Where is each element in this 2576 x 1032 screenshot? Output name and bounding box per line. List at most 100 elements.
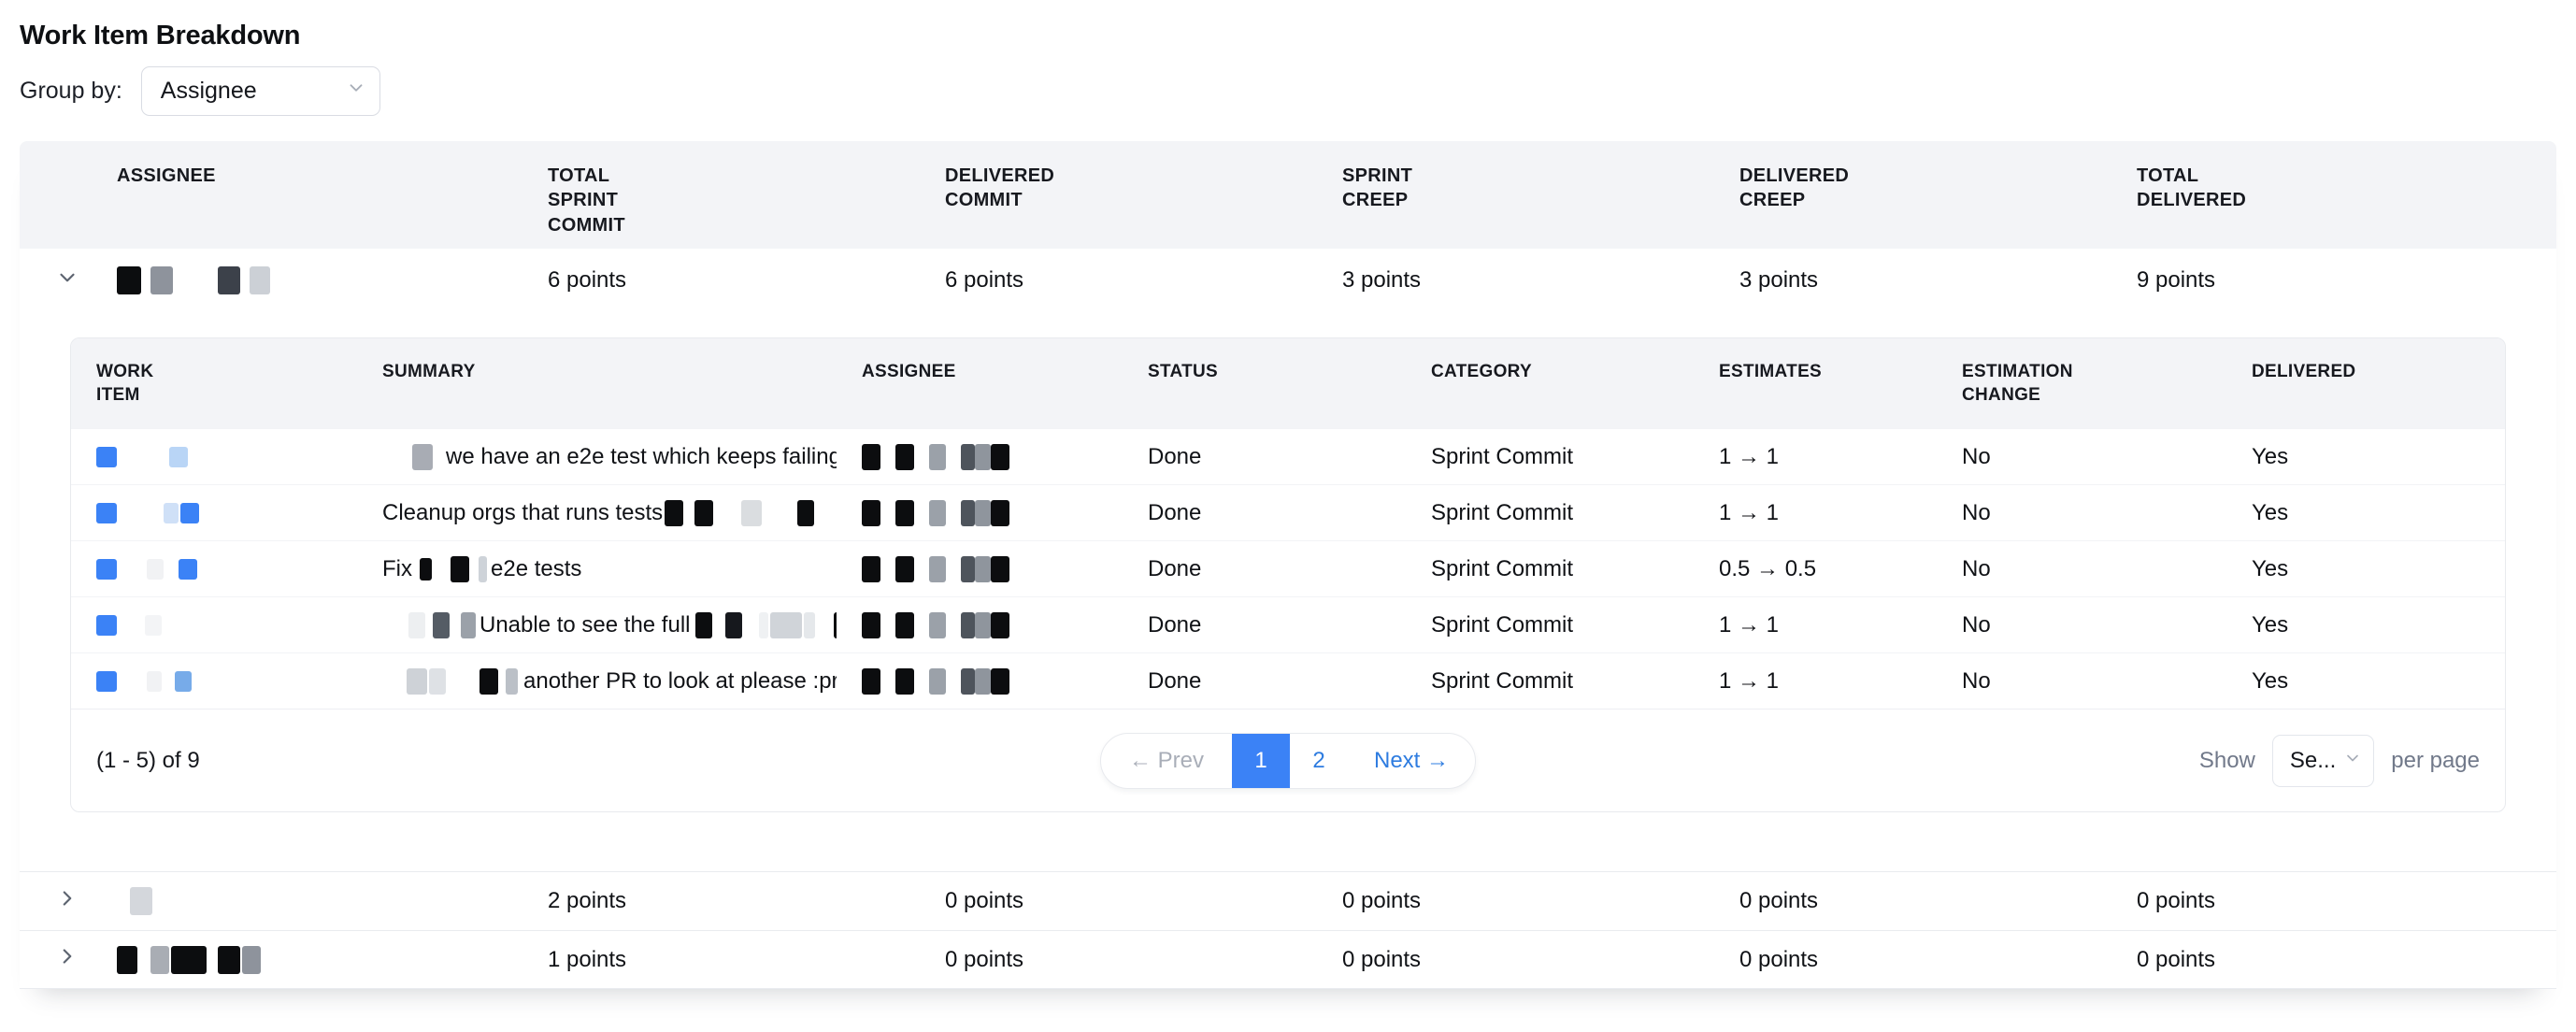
work-item-redaction-block [179, 559, 197, 580]
expand-toggle[interactable] [20, 944, 98, 975]
assignee-redaction-block [895, 668, 914, 695]
summary-redaction-block [804, 612, 815, 638]
assignee-redaction-block [862, 500, 880, 526]
column-header-label: Assignee [862, 361, 956, 384]
expand-toggle[interactable] [20, 886, 98, 917]
assignee-redaction-block [862, 668, 880, 695]
delivered-cell-value: Yes [2252, 500, 2288, 526]
expand-toggle[interactable] [20, 265, 98, 296]
status-cell-value: Done [1148, 444, 1201, 470]
work-item-cell[interactable] [71, 447, 357, 467]
assignee-cell [837, 500, 1123, 526]
estimation-change-cell: No [1937, 556, 2226, 582]
chevron-right-icon[interactable] [55, 886, 79, 917]
sprint-creep-value: 0 points [1342, 888, 1421, 913]
work-item-cell[interactable] [71, 503, 357, 523]
delivered-commit-value: 0 points [945, 947, 1023, 972]
delivered-creep-value: 3 points [1739, 267, 1818, 293]
chevron-right-icon[interactable] [55, 944, 79, 975]
total-sprint-commit-cell: 6 points [548, 267, 945, 294]
assignee-redaction-block [975, 444, 991, 470]
group-row[interactable]: 6 points6 points3 points3 points9 points [20, 249, 2556, 312]
summary-redaction-block [408, 612, 425, 638]
chevron-down-icon[interactable] [55, 265, 79, 296]
delivered-cell: Yes [2226, 556, 2505, 582]
column-header-label: Summary [382, 361, 476, 384]
delivered-cell: Yes [2226, 500, 2505, 526]
column-header-label: Status [1148, 361, 1218, 384]
column-header-summary: Summary [357, 361, 837, 428]
delivered-cell-value: Yes [2252, 556, 2288, 582]
category-cell-value: Sprint Commit [1431, 500, 1573, 526]
delivered-creep-cell: 0 points [1739, 947, 2137, 973]
assignee-redaction-block [895, 556, 914, 582]
summary-cell: another PR to look at please :pr... [357, 668, 837, 695]
estimation-change-cell-value: No [1962, 556, 1991, 582]
total-delivered-cell: 0 points [2137, 947, 2556, 973]
assignee-redaction-block [117, 266, 141, 294]
summary-redaction-block [695, 612, 712, 638]
category-cell-value: Sprint Commit [1431, 556, 1573, 582]
estimation-change-cell-value: No [1962, 612, 1991, 638]
work-item-cell[interactable] [71, 559, 357, 580]
summary-text: we have an e2e test which keeps failing. [446, 444, 837, 470]
total-delivered-value: 0 points [2137, 947, 2215, 972]
estimates-cell: 1 → 1 [1694, 500, 1937, 526]
column-header-delivered-commit: Delivered Commit [945, 164, 1342, 249]
work-item-redaction-block [96, 559, 117, 580]
total-sprint-commit-value: 6 points [548, 267, 626, 293]
column-header-delivered: Delivered [2226, 361, 2505, 428]
sprint-creep-cell: 3 points [1342, 267, 1739, 294]
page-1-button[interactable]: 1 [1232, 734, 1290, 788]
pagination-range-wrap: (1 - 5) of 9 [96, 748, 1100, 774]
work-item-redaction-block [96, 671, 117, 692]
summary-redaction-block [451, 556, 469, 582]
summary-redaction-block [725, 612, 742, 638]
summary-redaction-block [461, 612, 476, 638]
work-item-breakdown-table: AssigneeTotal Sprint CommitDelivered Com… [20, 141, 2556, 989]
assignee-redaction-block [991, 556, 1009, 582]
work-item-cell[interactable] [71, 671, 357, 692]
column-header-total-delivered: Total Delivered [2137, 164, 2556, 249]
group-row[interactable]: 1 points0 points0 points0 points0 points [20, 930, 2556, 989]
sprint-creep-cell: 0 points [1342, 947, 1739, 973]
status-cell: Done [1123, 500, 1406, 526]
page-size-select[interactable]: Se... [2272, 735, 2374, 787]
category-cell: Sprint Commit [1406, 500, 1694, 526]
estimation-change-cell: No [1937, 612, 2226, 638]
page-2-button[interactable]: 2 [1290, 734, 1348, 788]
column-header-label: Delivered Creep [1739, 164, 1844, 213]
estimates-cell-value: 1 → 1 [1719, 444, 1779, 470]
estimation-change-cell: No [1937, 668, 2226, 695]
prev-button[interactable]: ← Prev [1101, 734, 1232, 788]
assignee-cell [837, 612, 1123, 638]
assignee-redaction-block [171, 946, 207, 974]
column-header-delivered-creep: Delivered Creep [1739, 164, 2137, 249]
assignee-cell [837, 668, 1123, 695]
delivered-cell-value: Yes [2252, 444, 2288, 470]
assignee-redaction-block [929, 556, 946, 582]
estimation-change-cell-value: No [1962, 668, 1991, 695]
estimates-cell: 1 → 1 [1694, 612, 1937, 638]
status-cell: Done [1123, 444, 1406, 470]
delivered-commit-cell: 0 points [945, 888, 1342, 914]
total-sprint-commit-cell: 2 points [548, 888, 945, 914]
sprint-creep-cell: 0 points [1342, 888, 1739, 914]
summary-redaction-block [694, 500, 713, 526]
summary-redaction-block [759, 612, 768, 638]
work-item-cell[interactable] [71, 615, 357, 636]
group-by-value: Assignee [161, 78, 257, 105]
total-delivered-cell: 0 points [2137, 888, 2556, 914]
group-by-select[interactable]: Assignee [141, 66, 380, 116]
status-cell-value: Done [1148, 668, 1201, 695]
assignee-redaction-block [961, 556, 975, 582]
status-cell: Done [1123, 556, 1406, 582]
group-row[interactable]: 2 points0 points0 points0 points0 points [20, 871, 2556, 930]
column-header-assignee: Assignee [837, 361, 1123, 428]
delivered-cell-value: Yes [2252, 612, 2288, 638]
next-button[interactable]: Next → [1348, 734, 1475, 788]
estimates-cell-value: 1 → 1 [1719, 668, 1779, 695]
assignee-redaction-block [975, 556, 991, 582]
pager: ← Prev12Next → [1100, 733, 1476, 789]
column-header-label: Work Item [96, 361, 154, 407]
